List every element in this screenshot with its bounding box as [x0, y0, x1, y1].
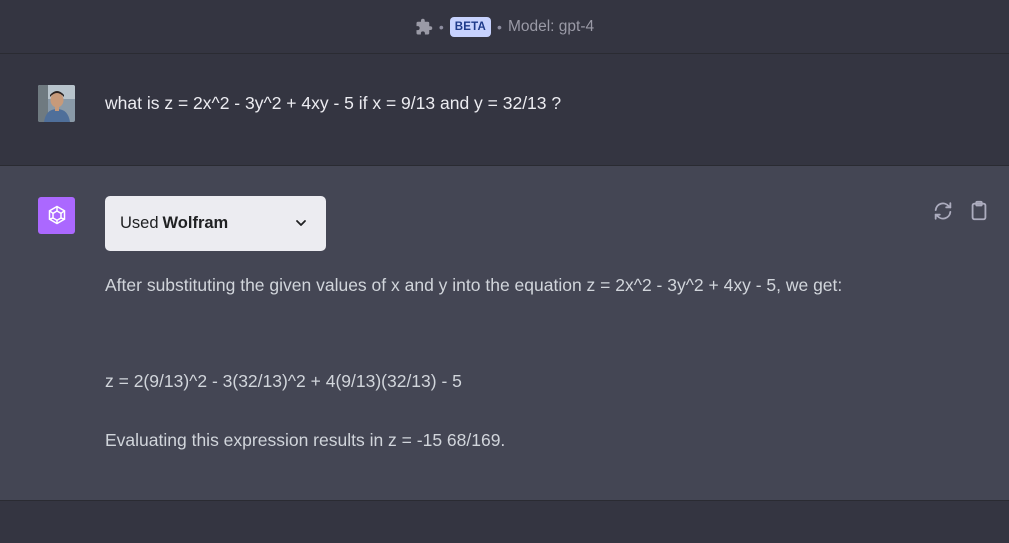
- plugin-name: Wolfram: [162, 214, 229, 232]
- conversation-header: • BETA • Model: gpt-4: [0, 0, 1009, 54]
- puzzle-icon: [415, 18, 433, 36]
- response-paragraph: After substituting the given values of x…: [105, 275, 843, 295]
- response-paragraph: Evaluating this expression results in z …: [105, 430, 506, 450]
- used-plugin-dropdown[interactable]: Used Wolfram: [105, 196, 326, 251]
- bottom-area: [0, 501, 1009, 543]
- plugin-prefix: Used: [120, 214, 159, 232]
- refresh-icon[interactable]: [932, 200, 954, 222]
- header-separator: •: [438, 18, 444, 35]
- message-actions: [932, 200, 990, 222]
- response-paragraph: z = 2(9/13)^2 - 3(32/13)^2 + 4(9/13)(32/…: [105, 371, 462, 391]
- user-message-text: what is z = 2x^2 - 3y^2 + 4xy - 5 if x =…: [105, 93, 562, 113]
- beta-badge: BETA: [449, 16, 492, 37]
- openai-logo-icon: [38, 197, 75, 234]
- user-message-row: what is z = 2x^2 - 3y^2 + 4xy - 5 if x =…: [0, 54, 1009, 166]
- clipboard-icon[interactable]: [968, 200, 990, 222]
- header-separator: •: [497, 18, 502, 35]
- user-avatar: [38, 85, 75, 122]
- chevron-down-icon: [294, 216, 308, 230]
- model-label: Model: gpt-4: [507, 17, 595, 35]
- assistant-message-row: Used Wolfram After substituting the give…: [0, 166, 1009, 501]
